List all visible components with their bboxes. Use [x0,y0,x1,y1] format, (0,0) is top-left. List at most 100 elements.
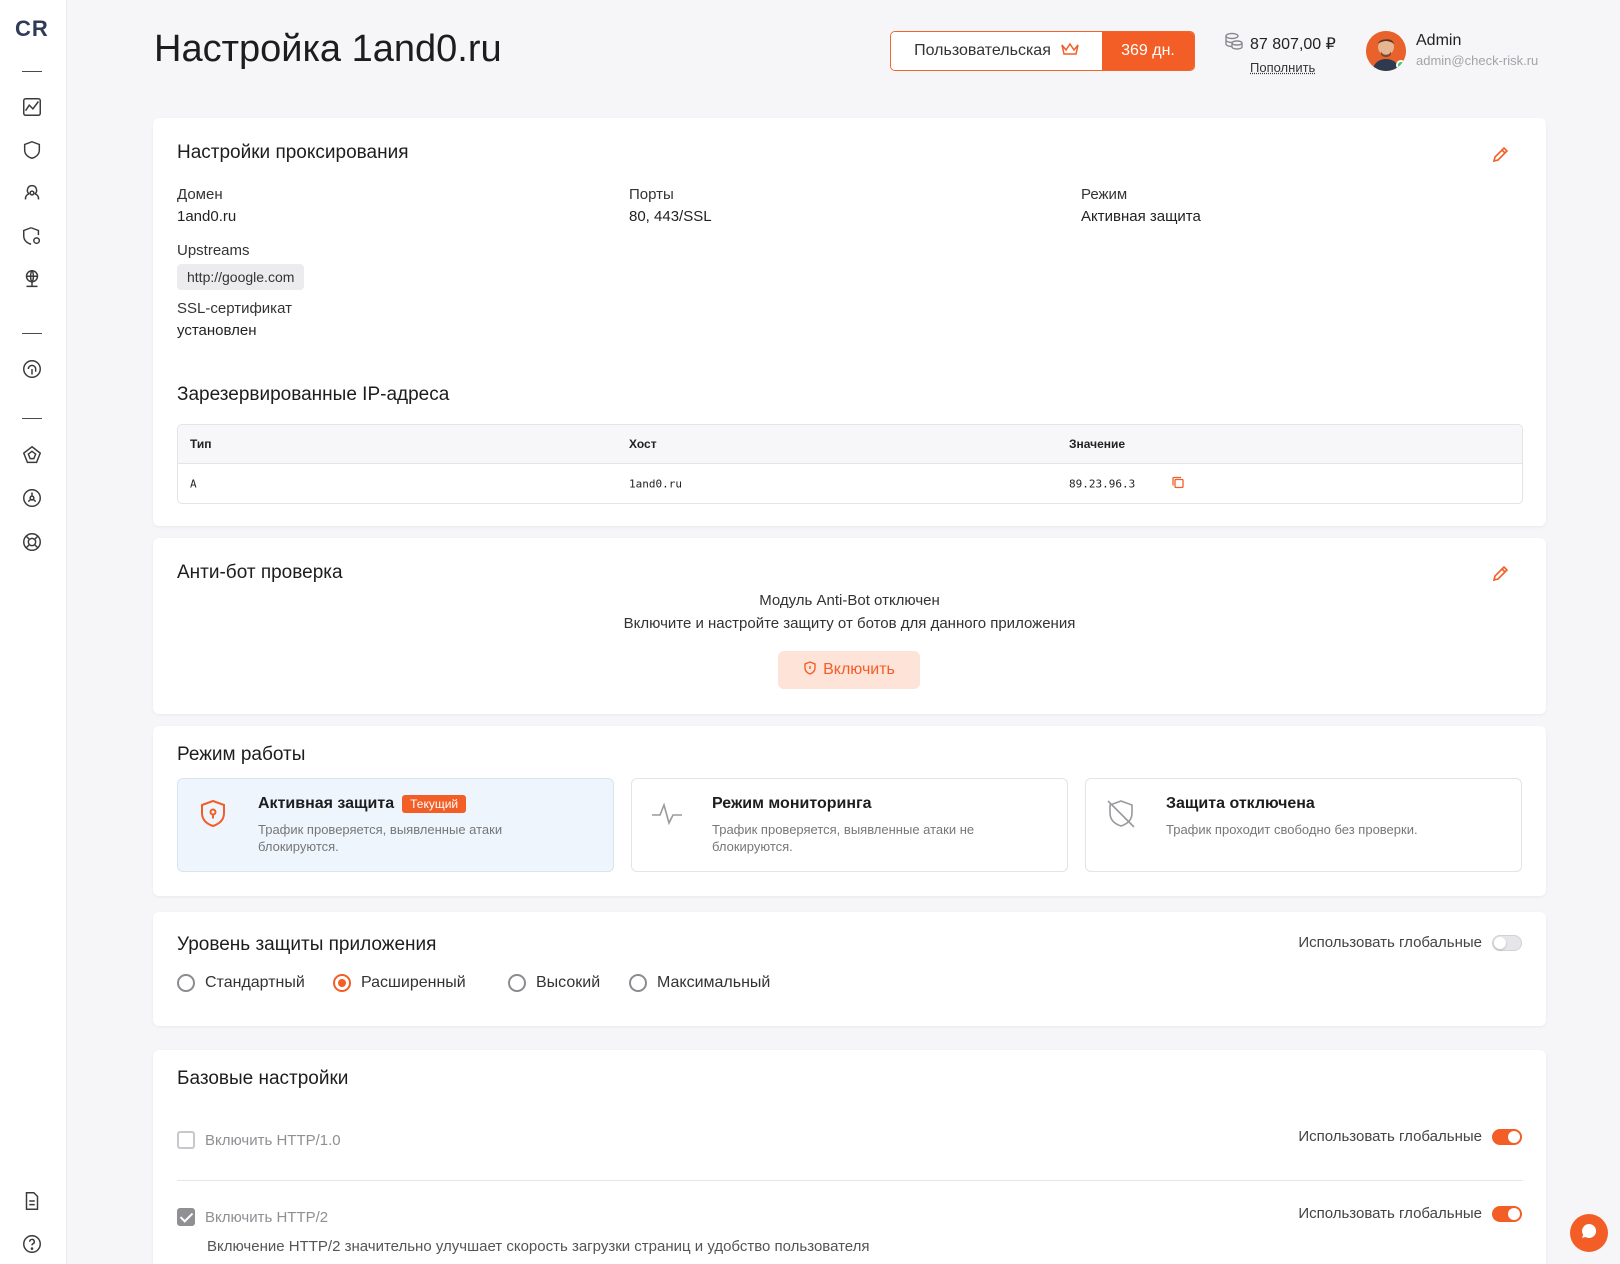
radio-ring [629,974,647,992]
use-global-row: Использовать глобальные [1298,934,1522,951]
ssl-value: установлен [177,322,257,339]
http2-description: Включение HTTP/2 значительно улучшает ск… [207,1238,870,1255]
ip-host-cell: 1and0.ru [629,477,682,491]
mode-active-protection[interactable]: Активная защита Текущий Трафик проверяет… [177,778,614,872]
protection-level-title: Уровень защиты приложения [177,934,437,955]
level-standard-radio[interactable]: Стандартный [177,974,305,992]
balance: 87 807,00 ₽ Пополнить [1224,31,1336,75]
globe-network-icon[interactable] [21,268,43,290]
mode-value: Активная защита [1081,208,1201,225]
sidebar-divider [22,71,42,72]
http10-row: Включить HTTP/1.0 [177,1131,341,1149]
use-global-label: Использовать глобальные [1298,934,1482,951]
table-row: A 1and0.ru 89.23.96.3 [178,464,1522,503]
pentagon-icon[interactable] [21,444,43,466]
domain-value: 1and0.ru [177,208,237,225]
edit-antibot-pencil-icon[interactable] [1491,563,1511,583]
upstreams-field: Upstreams http://google.com [177,240,305,290]
enable-antibot-button[interactable]: Включить [778,651,920,689]
user-name: Admin [1416,32,1462,49]
chat-button[interactable] [1570,1214,1608,1252]
divider [177,1180,1523,1181]
biohazard-circle-icon[interactable] [21,487,43,509]
base-settings-title: Базовые настройки [177,1068,349,1089]
reserved-ip-table: Тип Хост Значение A 1and0.ru 89.23.96.3 [177,424,1523,504]
page-title: Настройка 1and0.ru [154,28,502,70]
edit-proxy-pencil-icon[interactable] [1491,144,1511,164]
upstream-chip: http://google.com [177,264,305,290]
use-global-label: Использовать глобальные [1298,1205,1482,1222]
lifebuoy-icon[interactable] [21,531,43,553]
domain-field: Домен 1and0.ru [177,184,236,228]
mode-label: Режим [1081,186,1128,203]
mode-off-title: Защита отключена [1166,795,1315,812]
col-type-header: Тип [190,437,212,451]
level-extended-label: Расширенный [361,974,466,991]
antibot-title: Анти-бот проверка [177,562,343,583]
work-mode-card: Режим работы Активная защита Текущий Тра… [153,726,1546,896]
logo[interactable]: CR [15,16,49,42]
sidebar-divider [22,333,42,334]
chart-icon[interactable] [21,96,43,118]
level-extended-radio[interactable]: Расширенный [333,974,466,992]
avatar[interactable] [1366,31,1406,71]
mode-monitoring[interactable]: Режим мониторинга Трафик проверяется, вы… [631,778,1068,872]
radio-ring [333,974,351,992]
mode-field: Режим Активная защита [1081,184,1201,228]
copy-icon[interactable] [1171,476,1185,493]
radio-ring [508,974,526,992]
http10-use-global-toggle[interactable] [1492,1128,1522,1145]
shield-settings-icon[interactable] [21,225,43,247]
crown-icon [1061,42,1079,61]
online-status-dot [1396,60,1406,70]
chat-bubble-icon [1580,1222,1598,1245]
use-global-toggle[interactable] [1492,934,1522,951]
http2-label: Включить HTTP/2 [205,1208,329,1226]
help-icon[interactable] [21,1233,43,1255]
user-info[interactable]: Admin admin@check-risk.ru [1416,32,1538,68]
shield-off-icon [1104,797,1138,831]
document-icon[interactable] [21,1190,43,1212]
col-value-header: Значение [1069,437,1126,451]
use-global-label: Использовать глобальные [1298,1128,1482,1145]
col-host-header: Хост [629,437,657,451]
ip-value-cell: 89.23.96.3 [1069,477,1136,491]
plan-widget[interactable]: Пользовательская 369 дн. [890,31,1195,71]
shield-icon[interactable] [21,139,43,161]
enable-antibot-label: Включить [823,661,895,678]
http2-use-global-toggle[interactable] [1492,1205,1522,1222]
level-max-radio[interactable]: Максимальный [629,974,770,992]
mode-off-desc: Трафик проходит свободно без проверки. [1166,822,1418,837]
antibot-status-text: Модуль Anti-Bot отключен [759,592,940,609]
current-badge: Текущий [402,795,467,813]
ssl-label: SSL-сертификат [177,300,292,317]
mode-monitoring-desc: Трафик проверяется, выявленные атаки не … [712,822,975,854]
biohazard-icon[interactable] [21,182,43,204]
http2-checkbox[interactable] [177,1208,195,1226]
ip-type-cell: A [190,477,197,491]
ports-field: Порты 80, 443/SSL [629,184,712,228]
antibot-hint-text: Включите и настройте защиту от ботов для… [623,615,1076,632]
work-mode-title: Режим работы [177,744,306,765]
http10-checkbox[interactable] [177,1131,195,1149]
plan-days[interactable]: 369 дн. [1102,32,1194,70]
plan-name[interactable]: Пользовательская [891,32,1102,70]
plan-name-label: Пользовательская [914,42,1051,59]
protection-level-card: Уровень защиты приложения Использовать г… [153,912,1546,1026]
shield-icon [803,660,817,680]
mode-protection-off[interactable]: Защита отключена Трафик проходит свободн… [1085,778,1522,872]
upstreams-label: Upstreams [177,242,250,259]
http10-use-global-row: Использовать глобальные [1298,1128,1522,1145]
ssl-field: SSL-сертификат установлен [177,298,292,342]
shield-lock-icon [196,797,230,831]
mode-active-desc: Трафик проверяется, выявленные атаки бло… [258,822,503,854]
fingerprint-icon[interactable] [21,358,43,380]
level-high-radio[interactable]: Высокий [508,974,600,992]
level-high-label: Высокий [536,974,601,991]
http2-row: Включить HTTP/2 [177,1208,328,1226]
pulse-icon [650,797,684,831]
antibot-card: Анти-бот проверка Модуль Anti-Bot отключ… [153,538,1546,714]
coins-icon [1224,31,1244,56]
topup-link[interactable]: Пополнить [1250,60,1336,75]
base-settings-card: Базовые настройки Включить HTTP/1.0 Испо… [153,1050,1546,1264]
